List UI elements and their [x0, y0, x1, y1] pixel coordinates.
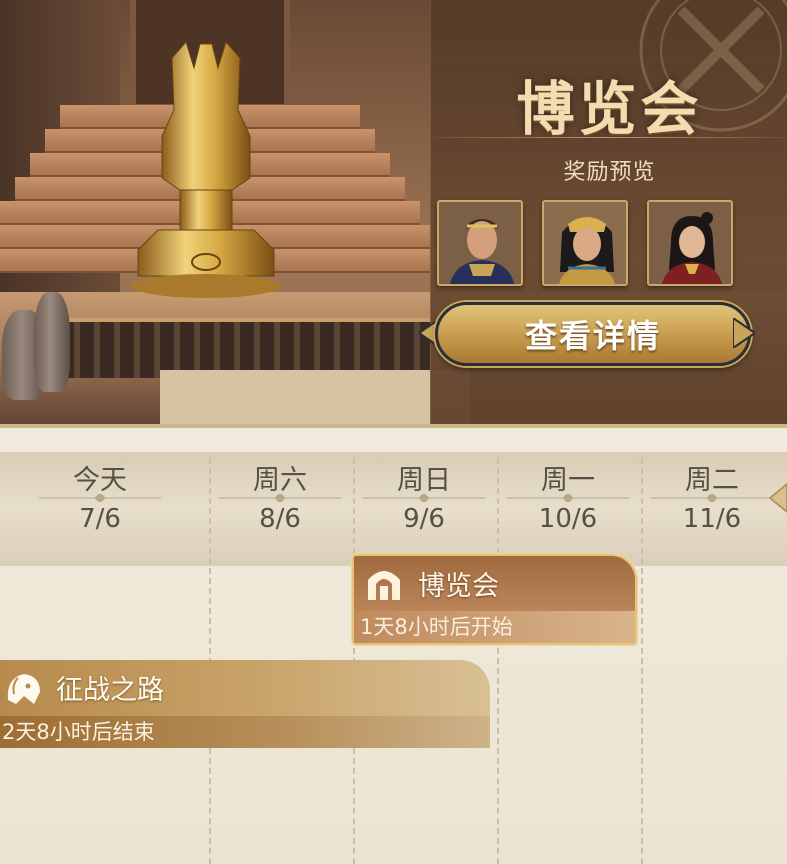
anubis-statue-image	[132, 40, 280, 298]
reward-avatar-commander[interactable]	[437, 200, 523, 286]
day-name: 周二	[685, 465, 739, 496]
event-title: 征战之路	[56, 675, 164, 706]
commander-portrait-icon	[439, 202, 521, 284]
display-pedestal	[160, 370, 470, 424]
day-column-tuesday: 周二 11/6	[647, 458, 777, 534]
day-date: 10/6	[538, 504, 598, 534]
day-column-saturday: 周六 8/6	[215, 458, 345, 534]
hieroglyph-frieze	[60, 318, 430, 378]
day-separator	[507, 494, 629, 502]
day-date: 8/6	[259, 504, 301, 534]
vase-decoration	[34, 292, 70, 392]
day-name: 周六	[253, 465, 307, 496]
lion-head-icon	[7, 674, 41, 704]
event-card-war-path[interactable]: 征战之路 2天8小时后结束	[0, 660, 490, 748]
day-date: 11/6	[682, 504, 742, 534]
day-column-today: 今天 7/6	[35, 458, 165, 534]
day-column-monday: 周一 10/6	[503, 458, 633, 534]
rewards-preview-label: 奖励预览	[563, 160, 656, 185]
pharaoh-queen-portrait-icon	[544, 202, 626, 284]
reward-avatar-pharaoh-queen[interactable]	[542, 200, 628, 286]
day-divider	[641, 458, 643, 864]
day-name: 周日	[397, 465, 451, 496]
event-info-panel: 博览会 奖励预览 查看详情	[419, 0, 787, 424]
event-card-expo[interactable]: 博览会 1天8小时后开始	[352, 554, 637, 645]
warrior-woman-portrait-icon	[649, 202, 731, 284]
arch-gate-icon	[368, 571, 400, 600]
day-separator	[363, 494, 485, 502]
event-title: 博览会	[418, 571, 499, 602]
event-countdown: 1天8小时后开始	[354, 611, 635, 643]
day-name: 周一	[541, 465, 595, 496]
button-right-ornament	[733, 318, 755, 348]
day-date: 9/6	[403, 504, 445, 534]
day-separator	[651, 494, 773, 502]
event-schedule: 今天 7/6 周六 8/6 周日 9/6 周一 10/6 周二 11/6	[0, 428, 787, 864]
view-details-button[interactable]: 查看详情	[435, 302, 751, 366]
event-title: 博览会	[516, 75, 703, 143]
reward-avatar-warrior-woman[interactable]	[647, 200, 733, 286]
day-separator	[39, 494, 161, 502]
day-separator	[219, 494, 341, 502]
day-date: 7/6	[79, 504, 121, 534]
next-days-arrow-icon[interactable]	[768, 474, 787, 522]
event-banner: 博览会 奖励预览 查看详情	[0, 0, 787, 428]
event-countdown: 2天8小时后结束	[0, 716, 490, 748]
day-column-sunday: 周日 9/6	[359, 458, 489, 534]
day-name: 今天	[73, 465, 127, 496]
day-divider	[497, 458, 499, 864]
title-divider	[435, 137, 785, 138]
